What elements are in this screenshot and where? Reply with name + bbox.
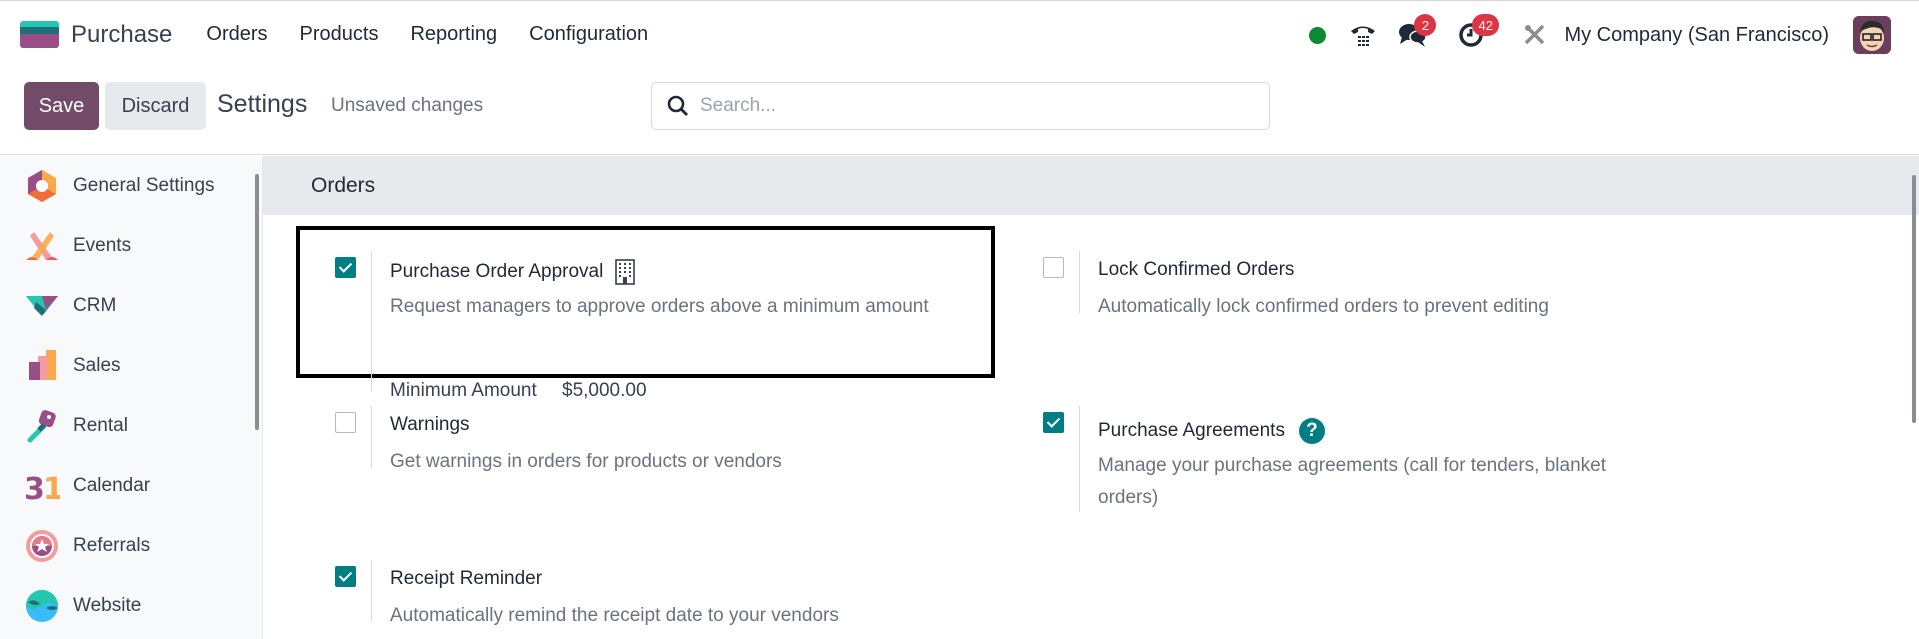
activities-badge: 42 [1472, 14, 1499, 36]
sidebar-item-label: Rental [73, 415, 128, 436]
divider [371, 406, 372, 468]
sidebar-item-label: Website [73, 595, 142, 616]
app-name: Purchase [71, 20, 173, 48]
company-specific-building-icon [615, 259, 636, 285]
sidebar-item-events[interactable]: Events [0, 216, 250, 276]
setting-title: Lock Confirmed Orders [1098, 259, 1295, 280]
systray: 2 42 My Company (San Francisco) [1309, 1, 1919, 69]
sales-icon [29, 350, 56, 380]
sidebar-item-label: Sales [73, 355, 121, 376]
minimum-amount-field[interactable]: $5,000.00 [562, 380, 647, 402]
section-header: Orders [263, 156, 1919, 215]
lock-confirmed-orders-checkbox[interactable] [1043, 257, 1064, 278]
receipt-reminder-checkbox[interactable] [335, 566, 356, 587]
setting-title-text: Purchase Order Approval [390, 261, 604, 282]
user-avatar[interactable] [1853, 16, 1891, 54]
sidebar-item-rental[interactable]: Rental [0, 396, 250, 456]
sidebar-item-crm[interactable]: CRM [0, 276, 250, 336]
page-title: Settings [217, 90, 308, 118]
messages-badge: 2 [1414, 14, 1437, 36]
purchase-order-approval-checkbox[interactable] [335, 257, 356, 278]
warnings-checkbox[interactable] [335, 412, 356, 433]
setting-description: Automatically remind the receipt date to… [390, 605, 839, 626]
svg-text:1: 1 [43, 472, 60, 504]
settings-sidebar: General Settings Events CRM Sales Rental… [0, 156, 263, 639]
company-switcher[interactable]: My Company (San Francisco) [1564, 24, 1829, 47]
purchase-agreements-checkbox[interactable] [1043, 412, 1064, 433]
divider [371, 560, 372, 622]
divider [1079, 406, 1080, 512]
sidebar-item-sales[interactable]: Sales [0, 336, 250, 396]
setting-title-text: Purchase Agreements [1098, 420, 1285, 441]
menu-configuration[interactable]: Configuration [513, 23, 664, 46]
divider [371, 251, 372, 391]
top-navbar: Purchase Orders Products Reporting Confi… [0, 0, 1919, 68]
sidebar-item-label: Calendar [73, 475, 151, 496]
menu-reporting[interactable]: Reporting [394, 23, 513, 46]
sidebar-scrollbar[interactable] [255, 174, 259, 430]
tools-icon[interactable] [1520, 20, 1550, 50]
sidebar-item-label: Referrals [73, 535, 151, 556]
discard-button[interactable]: Discard [105, 82, 206, 130]
svg-text:3: 3 [24, 472, 45, 504]
search-box[interactable] [651, 82, 1270, 130]
calendar-icon: 31 [24, 472, 60, 504]
menu-orders[interactable]: Orders [190, 23, 283, 46]
phone-icon[interactable] [1348, 20, 1378, 50]
setting-description: Automatically lock confirmed orders to p… [1098, 296, 1549, 317]
setting-title: Warnings [390, 414, 470, 435]
general-settings-icon [28, 170, 56, 202]
rental-icon [27, 410, 56, 443]
sidebar-item-label: General Settings [73, 175, 215, 196]
messages-icon[interactable]: 2 [1398, 14, 1437, 50]
sidebar-item-label: Events [73, 235, 132, 256]
purchase-app-icon [20, 21, 59, 48]
main-menu: Orders Products Reporting Configuration [190, 23, 664, 46]
control-panel: Save Discard Settings Unsaved changes [0, 68, 1919, 155]
search-icon [667, 95, 688, 116]
help-question-icon[interactable]: ? [1298, 418, 1325, 444]
setting-description: Request managers to approve orders above… [390, 296, 929, 317]
sidebar-item-label: CRM [73, 295, 117, 316]
search-input[interactable] [700, 95, 1240, 117]
content-scrollbar[interactable] [1912, 175, 1916, 423]
setting-description: Manage your purchase agreements (call fo… [1098, 455, 1606, 508]
setting-title: Purchase Order Approval [390, 259, 636, 285]
sidebar-item-referrals[interactable]: Referrals [0, 516, 250, 576]
referrals-icon [26, 530, 58, 562]
setting-title: Receipt Reminder [390, 568, 543, 589]
menu-products[interactable]: Products [284, 23, 395, 46]
sidebar-item-general-settings[interactable]: General Settings [0, 156, 250, 216]
divider [1079, 251, 1080, 313]
presence-status-icon [1309, 26, 1327, 44]
sidebar-item-website[interactable]: Website [0, 576, 250, 636]
app-brand[interactable]: Purchase [20, 21, 172, 49]
unsaved-changes-indicator: Unsaved changes [331, 95, 484, 116]
sidebar-item-calendar[interactable]: 31 Calendar [0, 456, 250, 516]
crm-icon [26, 296, 58, 316]
section-title: Orders [311, 174, 376, 197]
save-button[interactable]: Save [24, 82, 99, 130]
activities-clock-icon[interactable]: 42 [1456, 14, 1499, 50]
minimum-amount-label: Minimum Amount [390, 380, 537, 401]
events-icon [26, 232, 58, 260]
setting-title: Purchase Agreements ? [1098, 418, 1325, 444]
website-icon [26, 590, 58, 622]
setting-description: Get warnings in orders for products or v… [390, 451, 782, 472]
